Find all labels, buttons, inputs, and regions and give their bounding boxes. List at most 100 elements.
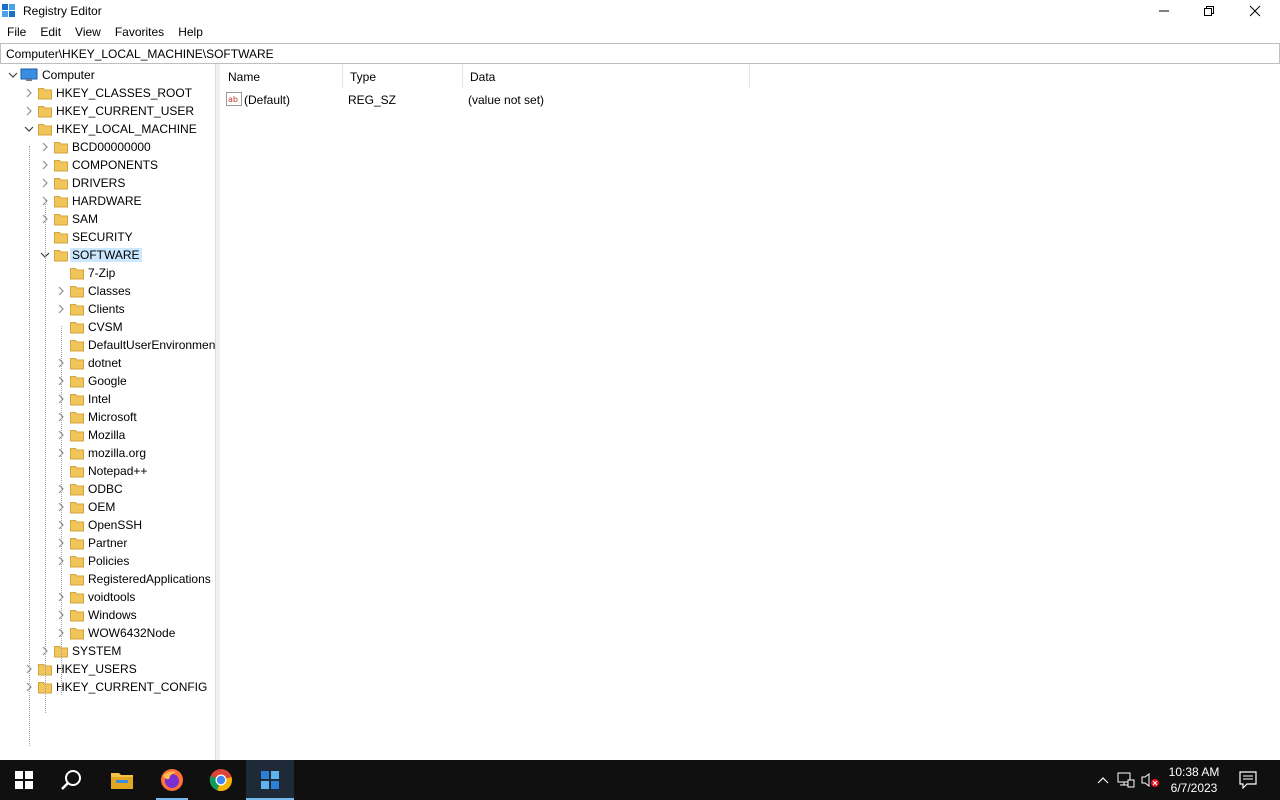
expand-button[interactable] xyxy=(54,282,68,300)
tree-item-oem[interactable]: OEM xyxy=(0,498,215,516)
firefox-icon xyxy=(161,769,183,791)
folder-icon xyxy=(70,518,84,532)
tree-item-partner[interactable]: Partner xyxy=(0,534,215,552)
tree-item-windows[interactable]: Windows xyxy=(0,606,215,624)
menu-help[interactable]: Help xyxy=(171,23,210,42)
minimize-icon xyxy=(1159,10,1169,12)
close-icon xyxy=(1249,5,1261,17)
column-header-type[interactable]: Type xyxy=(342,64,463,88)
collapse-button[interactable] xyxy=(22,120,36,138)
restore-button[interactable] xyxy=(1186,0,1232,22)
tree-item-hkey-classes-root[interactable]: HKEY_CLASSES_ROOT xyxy=(0,84,215,102)
folder-icon xyxy=(54,140,68,154)
tree-item-label: HKEY_USERS xyxy=(56,662,137,676)
folder-icon xyxy=(38,86,52,100)
tree-item-odbc[interactable]: ODBC xyxy=(0,480,215,498)
tree-item-software[interactable]: SOFTWARE xyxy=(0,246,215,264)
folder-icon xyxy=(70,320,84,334)
tree-item-clients[interactable]: Clients xyxy=(0,300,215,318)
tree-item-label: RegisteredApplications xyxy=(88,572,211,586)
file-explorer-button[interactable] xyxy=(98,760,146,800)
tree-item-label: DefaultUserEnvironmen xyxy=(88,338,216,352)
column-header-name[interactable]: Name xyxy=(220,64,343,88)
clock[interactable]: 10:38 AM 6/7/2023 xyxy=(1160,764,1228,796)
tree-item-registeredapplications[interactable]: RegisteredApplications xyxy=(0,570,215,588)
tree-item-label: Classes xyxy=(88,284,131,298)
folder-icon xyxy=(70,446,84,460)
tree-item-mozilla-org[interactable]: mozilla.org xyxy=(0,444,215,462)
folder-icon xyxy=(70,500,84,514)
tree-item-policies[interactable]: Policies xyxy=(0,552,215,570)
tree-item-google[interactable]: Google xyxy=(0,372,215,390)
menu-favorites[interactable]: Favorites xyxy=(108,23,171,42)
start-button[interactable] xyxy=(0,760,48,800)
tree-item-hkey-local-machine[interactable]: HKEY_LOCAL_MACHINE xyxy=(0,120,215,138)
values-list[interactable]: Name Type Data ab (Default) REG_SZ (valu… xyxy=(220,64,1280,760)
show-hidden-icons-button[interactable] xyxy=(1093,770,1113,790)
expand-button[interactable] xyxy=(38,174,52,192)
menu-file[interactable]: File xyxy=(0,23,33,42)
collapse-button[interactable] xyxy=(6,66,20,84)
registry-editor-button[interactable] xyxy=(246,760,294,800)
expand-button[interactable] xyxy=(54,300,68,318)
tree-item-label: HARDWARE xyxy=(72,194,142,208)
tree-item-dotnet[interactable]: dotnet xyxy=(0,354,215,372)
network-button[interactable] xyxy=(1116,770,1136,790)
tree-item-label: SAM xyxy=(72,212,99,226)
computer-icon xyxy=(20,68,38,82)
menu-bar: File Edit View Favorites Help xyxy=(0,23,210,42)
tree-item-classes[interactable]: Classes xyxy=(0,282,215,300)
tree-pane[interactable]: Computer HKEY_CLASSES_ROOT HKEY_CURRENT_US… xyxy=(0,64,216,760)
tree-item-computer[interactable]: Computer xyxy=(0,66,215,84)
expand-button[interactable] xyxy=(22,84,36,102)
tree-item-hardware[interactable]: HARDWARE xyxy=(0,192,215,210)
firefox-button[interactable] xyxy=(148,760,196,800)
tree-item-label: CVSM xyxy=(88,320,123,334)
minimize-button[interactable] xyxy=(1141,0,1187,22)
tree-item-hkey-current-user[interactable]: HKEY_CURRENT_USER xyxy=(0,102,215,120)
tree-item-7-zip[interactable]: 7-Zip xyxy=(0,264,215,282)
close-button[interactable] xyxy=(1232,0,1278,22)
tree-item-bcd00000000[interactable]: BCD00000000 xyxy=(0,138,215,156)
file-explorer-icon xyxy=(111,773,133,789)
column-name-label: Name xyxy=(228,70,261,84)
tree-item-sam[interactable]: SAM xyxy=(0,210,215,228)
folder-icon xyxy=(54,248,68,262)
expand-button[interactable] xyxy=(22,102,36,120)
tree-item-wow6432node[interactable]: WOW6432Node xyxy=(0,624,215,642)
menu-view[interactable]: View xyxy=(68,23,108,42)
chrome-button[interactable] xyxy=(197,760,245,800)
action-center-button[interactable] xyxy=(1238,770,1258,790)
tree-item-voidtools[interactable]: voidtools xyxy=(0,588,215,606)
tree-item-notepad-[interactable]: Notepad++ xyxy=(0,462,215,480)
expand-button[interactable] xyxy=(38,156,52,174)
tree-item-label: ODBC xyxy=(88,482,123,496)
tree-item-intel[interactable]: Intel xyxy=(0,390,215,408)
tree-item-openssh[interactable]: OpenSSH xyxy=(0,516,215,534)
tree-item-defaultuserenvironmen[interactable]: DefaultUserEnvironmen xyxy=(0,336,215,354)
address-bar[interactable]: Computer\HKEY_LOCAL_MACHINE\SOFTWARE xyxy=(0,43,1280,64)
search-button[interactable] xyxy=(48,760,96,800)
expand-button[interactable] xyxy=(38,138,52,156)
column-type-label: Type xyxy=(350,70,377,84)
volume-button[interactable] xyxy=(1140,770,1160,790)
chevron-down-icon xyxy=(8,72,18,78)
tree-item-hkey-users[interactable]: HKEY_USERS xyxy=(0,660,215,678)
folder-icon xyxy=(70,356,84,370)
address-path[interactable]: Computer\HKEY_LOCAL_MACHINE\SOFTWARE xyxy=(6,47,274,61)
tree-item-components[interactable]: COMPONENTS xyxy=(0,156,215,174)
folder-icon xyxy=(70,284,84,298)
taskbar: 10:38 AM 6/7/2023 xyxy=(0,760,1280,800)
tree-item-security[interactable]: SECURITY xyxy=(0,228,215,246)
tree-item-hkey-current-config[interactable]: HKEY_CURRENT_CONFIG xyxy=(0,678,215,696)
tree-item-system[interactable]: SYSTEM xyxy=(0,642,215,660)
list-row[interactable]: ab (Default) REG_SZ (value not set) xyxy=(220,91,820,109)
column-header-data[interactable]: Data xyxy=(462,64,750,88)
tree-item-cvsm[interactable]: CVSM xyxy=(0,318,215,336)
start-icon xyxy=(15,771,33,789)
menu-edit[interactable]: Edit xyxy=(33,23,68,42)
tree-item-microsoft[interactable]: Microsoft xyxy=(0,408,215,426)
tree-item-mozilla[interactable]: Mozilla xyxy=(0,426,215,444)
tree-item-drivers[interactable]: DRIVERS xyxy=(0,174,215,192)
folder-icon xyxy=(70,302,84,316)
